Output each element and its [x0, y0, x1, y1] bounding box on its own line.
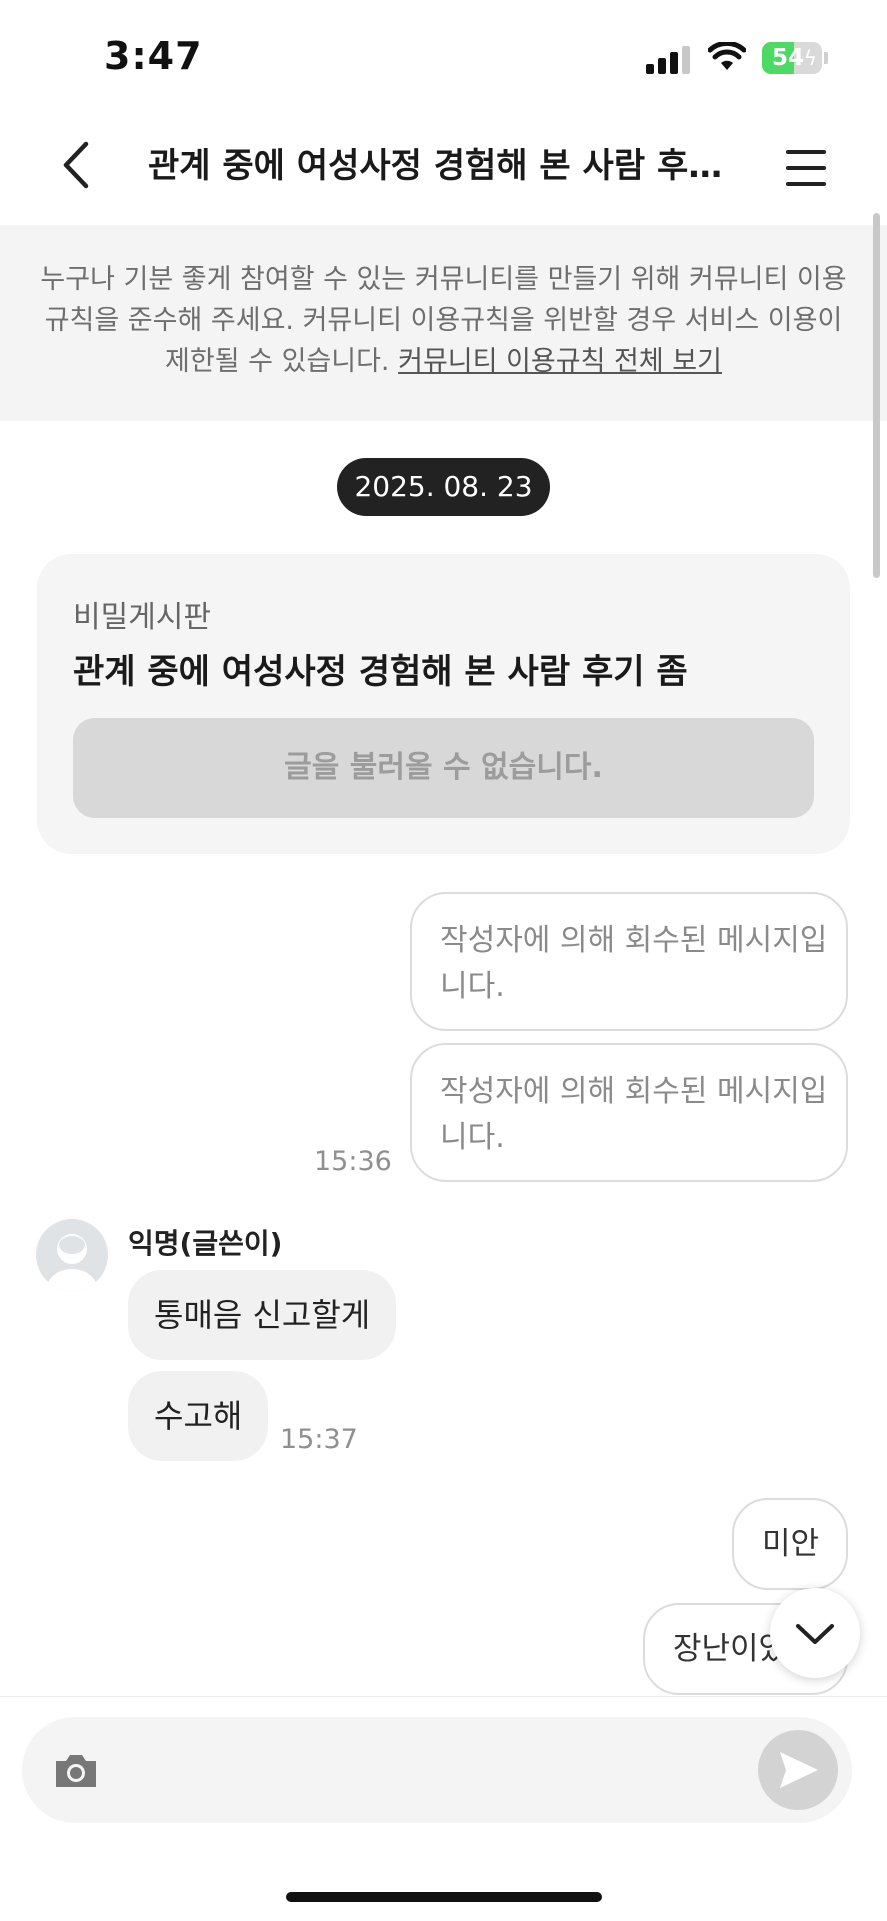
battery-nub	[824, 52, 828, 64]
message-composer	[0, 1696, 887, 1921]
wifi-icon	[708, 42, 746, 70]
send-icon	[780, 1752, 818, 1788]
retracted-message-text: 작성자에 의해 회수된 메시지입니다.	[440, 923, 828, 1004]
outgoing-message-bubble[interactable]: 미안	[732, 1498, 848, 1590]
chat-title: 관계 중에 여성사정 경험해 본 사람 후기 좀	[148, 146, 748, 186]
post-load-error: 글을 불러올 수 없습니다.	[73, 718, 814, 818]
send-button[interactable]	[758, 1730, 838, 1810]
incoming-message-bubble[interactable]: 통매음 신고할게	[128, 1270, 397, 1360]
home-indicator	[286, 1892, 602, 1902]
message-input[interactable]	[22, 1717, 852, 1823]
menu-button[interactable]	[780, 136, 836, 196]
retracted-message-bubble[interactable]: 작성자에 의해 회수된 메시지입니다.	[410, 892, 848, 1031]
retracted-message-bubble[interactable]: 작성자에 의해 회수된 메시지입니다.	[410, 1043, 848, 1182]
post-card[interactable]: 비밀게시판 관계 중에 여성사정 경험해 본 사람 후기 좀 글을 불러올 수 …	[37, 554, 850, 854]
battery-indicator: 54 ϟ	[762, 42, 822, 74]
scroll-to-bottom-button[interactable]	[770, 1588, 860, 1678]
camera-icon	[56, 1755, 96, 1787]
avatar[interactable]	[36, 1219, 108, 1291]
status-bar: 3:47 54 ϟ	[0, 0, 887, 110]
scrollbar[interactable]	[873, 213, 880, 578]
charging-bolt-icon: ϟ	[803, 46, 817, 70]
date-separator: 2025. 08. 23	[337, 458, 550, 516]
incoming-message-bubble[interactable]: 수고해	[128, 1371, 269, 1461]
rules-link[interactable]: 커뮤니티 이용규칙 전체 보기	[398, 346, 722, 377]
cellular-signal-icon	[646, 44, 692, 74]
status-time: 3:47	[104, 34, 203, 78]
back-button[interactable]	[50, 130, 110, 200]
chat-header: 관계 중에 여성사정 경험해 본 사람 후기 좀	[0, 110, 887, 225]
post-title: 관계 중에 여성사정 경험해 본 사람 후기 좀	[73, 652, 688, 692]
retracted-message-text: 작성자에 의해 회수된 메시지입니다.	[440, 1074, 828, 1155]
message-timestamp: 15:36	[314, 1146, 392, 1177]
community-notice: 누구나 기분 좋게 참여할 수 있는 커뮤니티를 만들기 위해 커뮤니티 이용규…	[0, 225, 887, 421]
chevron-left-icon	[63, 141, 89, 189]
post-board-name: 비밀게시판	[73, 600, 211, 635]
default-avatar-icon	[46, 1234, 98, 1291]
notice-text: 누구나 기분 좋게 참여할 수 있는 커뮤니티를 만들기 위해 커뮤니티 이용규…	[40, 259, 847, 382]
chevron-down-icon	[796, 1624, 834, 1644]
camera-button[interactable]	[52, 1751, 100, 1791]
sender-name: 익명(글쓴이)	[128, 1227, 283, 1260]
message-timestamp: 15:37	[280, 1424, 358, 1455]
